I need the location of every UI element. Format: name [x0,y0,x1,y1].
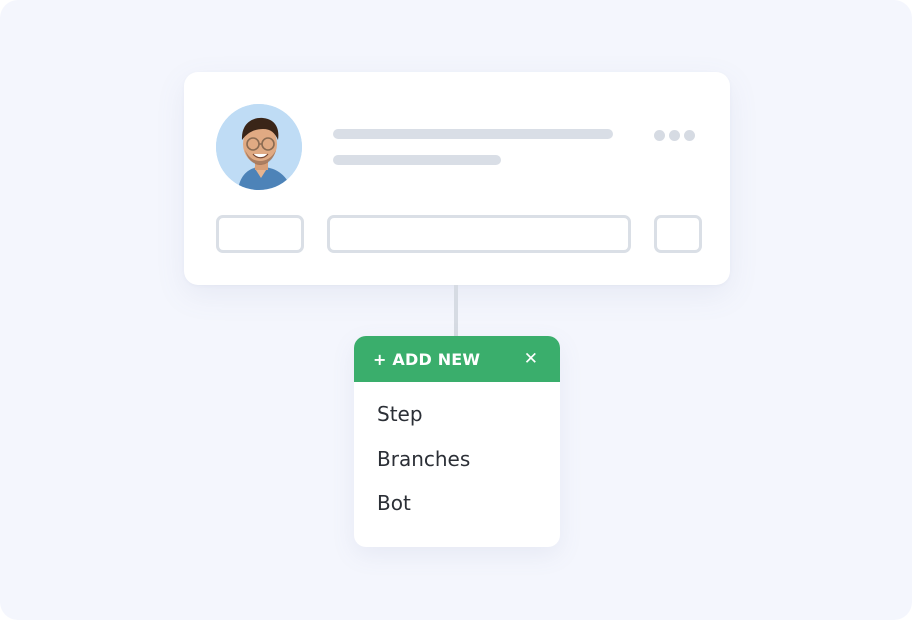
dot [669,129,680,141]
add-new-title[interactable]: + ADD NEW [373,350,480,369]
subtitle-placeholder-line [333,155,501,165]
dot [654,129,665,141]
contact-card [184,72,730,285]
placeholder-button-square[interactable] [654,215,702,253]
more-options-icon[interactable] [654,128,698,142]
menu-item-step[interactable]: Step [354,400,560,445]
dot [684,129,695,141]
add-new-menu: + ADD NEW ✕ Step Branches Bot [354,336,560,547]
placeholder-button-wide[interactable] [327,215,631,253]
add-new-options: Step Branches Bot [354,382,560,534]
add-new-header: + ADD NEW ✕ [354,336,560,382]
name-placeholder-line [333,129,613,139]
menu-item-branches[interactable]: Branches [354,445,560,490]
connector-line [454,285,458,337]
placeholder-button-small[interactable] [216,215,304,253]
close-icon[interactable]: ✕ [524,350,538,368]
avatar [216,104,302,190]
canvas: + ADD NEW ✕ Step Branches Bot [0,0,912,620]
menu-item-bot[interactable]: Bot [354,489,560,534]
person-avatar-icon [216,104,302,190]
